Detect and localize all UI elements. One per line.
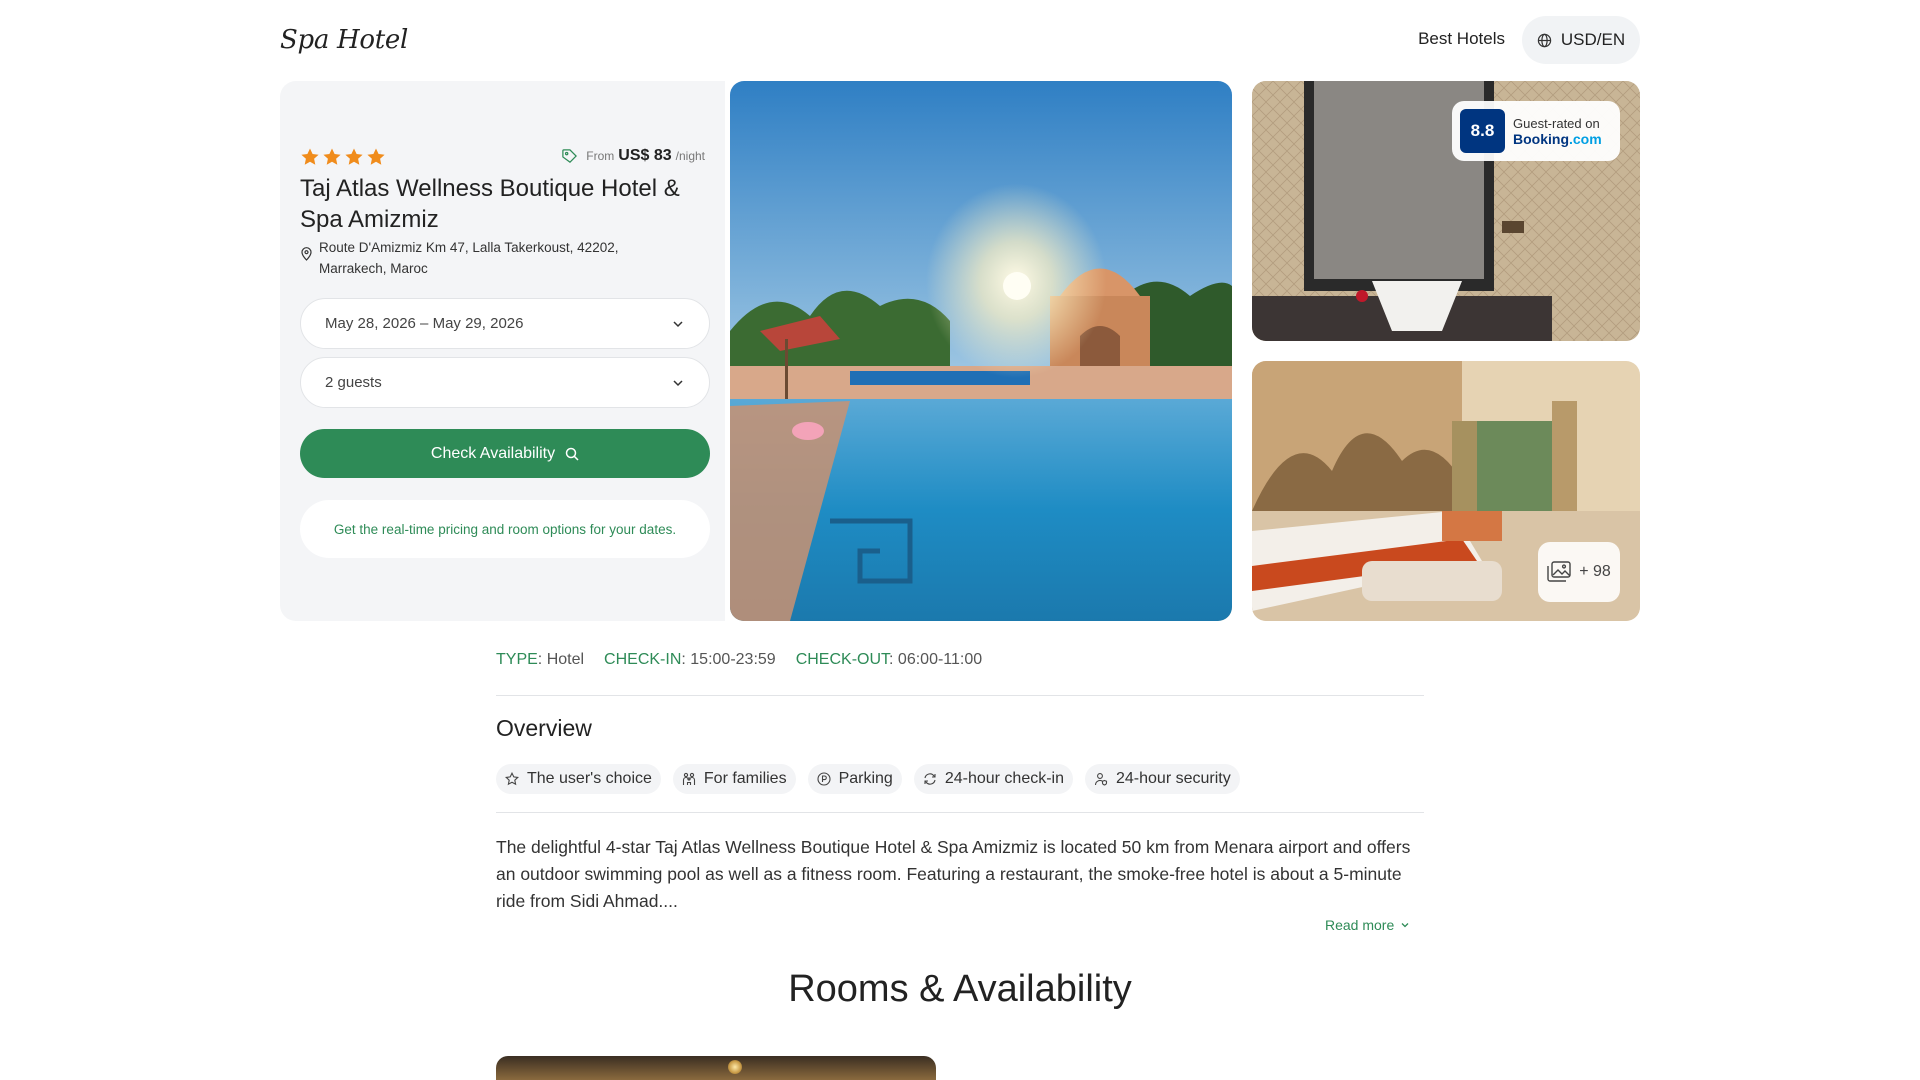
guests-value: 2 guests bbox=[325, 374, 382, 391]
hotel-name: Taj Atlas Wellness Boutique Hotel & Spa … bbox=[300, 175, 680, 233]
star-icon bbox=[323, 148, 341, 165]
star-icon bbox=[345, 148, 363, 165]
star-icon bbox=[301, 148, 319, 165]
overview-heading: Overview bbox=[496, 715, 592, 741]
price-amount: US$ 83 bbox=[618, 147, 672, 164]
check-availability-label: Check Availability bbox=[430, 444, 556, 462]
amenity-chips: The user's choice For families Parking 2… bbox=[496, 764, 1240, 794]
more-photos-button[interactable]: + 98 bbox=[1538, 542, 1620, 602]
date-range-select[interactable]: May 28, 2026 – May 29, 2026 bbox=[300, 298, 710, 349]
guests-select[interactable]: 2 guests bbox=[300, 357, 710, 408]
globe-icon bbox=[1537, 33, 1552, 47]
security-icon bbox=[1094, 773, 1108, 786]
date-range-value: May 28, 2026 – May 29, 2026 bbox=[325, 315, 524, 332]
price-from: From US$ 83 /night bbox=[561, 147, 705, 165]
meta-checkin: CHECK-IN: 15:00-23:59 bbox=[604, 651, 776, 668]
chip-for-families: For families bbox=[672, 764, 796, 794]
search-icon bbox=[565, 447, 579, 461]
chip-users-choice: The user's choice bbox=[496, 764, 661, 794]
more-photos-count: + 98 bbox=[1579, 563, 1611, 580]
chevron-down-icon bbox=[1401, 923, 1409, 928]
read-more-link[interactable]: Read more bbox=[1325, 917, 1410, 933]
chevron-down-icon bbox=[673, 320, 683, 327]
hotel-hero: From US$ 83 /night Taj Atlas Wellness Bo… bbox=[280, 81, 1640, 621]
hotel-meta: TYPE: Hotel CHECK-IN: 15:00-23:59 CHECK-… bbox=[496, 651, 982, 669]
address-line-2: Marrakech, Maroc bbox=[319, 261, 428, 276]
star-icon bbox=[367, 148, 385, 165]
price-tag-icon bbox=[562, 148, 578, 163]
check-availability-button[interactable]: Check Availability bbox=[300, 429, 710, 478]
booking-rating-badge: 8.8 Guest-rated on Booking.com bbox=[1452, 101, 1620, 161]
site-header: Spa Hotel Best Hotels USD/EN bbox=[280, 16, 1640, 68]
divider bbox=[496, 695, 1424, 696]
address-line-1: Route D'Amizmiz Km 47, Lalla Takerkoust,… bbox=[319, 240, 619, 255]
booking-brand-logo: Booking.com bbox=[1513, 130, 1602, 147]
currency-language-label: USD/EN bbox=[1560, 30, 1626, 49]
booking-panel: From US$ 83 /night Taj Atlas Wellness Bo… bbox=[280, 81, 725, 621]
pricing-info-note: Get the real-time pricing and room optio… bbox=[300, 500, 710, 558]
gallery-icon bbox=[1547, 561, 1571, 582]
currency-language-button[interactable]: USD/EN bbox=[1522, 16, 1640, 64]
chip-parking: Parking bbox=[807, 764, 902, 794]
parking-icon bbox=[817, 772, 831, 786]
chip-24h-security: 24-hour security bbox=[1085, 764, 1240, 794]
price-suffix: /night bbox=[675, 149, 705, 163]
meta-checkout: CHECK-OUT: 06:00-11:00 bbox=[795, 651, 983, 668]
price-prefix: From bbox=[586, 149, 615, 163]
pool-image bbox=[730, 81, 1232, 621]
chip-24h-checkin: 24-hour check-in bbox=[913, 764, 1073, 794]
hotel-pool-photo[interactable] bbox=[730, 81, 1232, 621]
meta-type: TYPE: Hotel bbox=[496, 651, 585, 668]
location-pin-icon bbox=[301, 247, 312, 261]
chandelier-light bbox=[728, 1060, 742, 1074]
star-outline-icon bbox=[505, 772, 519, 786]
rooms-availability-heading: Rooms & Availability bbox=[788, 968, 1132, 1010]
star-rating bbox=[300, 147, 386, 167]
family-icon bbox=[682, 772, 695, 785]
rating-score: 8.8 bbox=[1460, 109, 1505, 153]
divider bbox=[496, 812, 1424, 813]
best-hotels-link[interactable]: Best Hotels bbox=[1418, 29, 1505, 49]
chevron-down-icon bbox=[673, 379, 683, 386]
hotel-address: Route D'Amizmiz Km 47, Lalla Takerkoust,… bbox=[300, 237, 700, 279]
site-logo[interactable]: Spa Hotel bbox=[280, 25, 408, 55]
hotel-description: The delightful 4-star Taj Atlas Wellness… bbox=[496, 837, 1411, 911]
room-photo[interactable] bbox=[496, 1056, 936, 1080]
refresh-icon bbox=[924, 773, 936, 785]
rated-on-label: Guest-rated on bbox=[1513, 115, 1600, 131]
